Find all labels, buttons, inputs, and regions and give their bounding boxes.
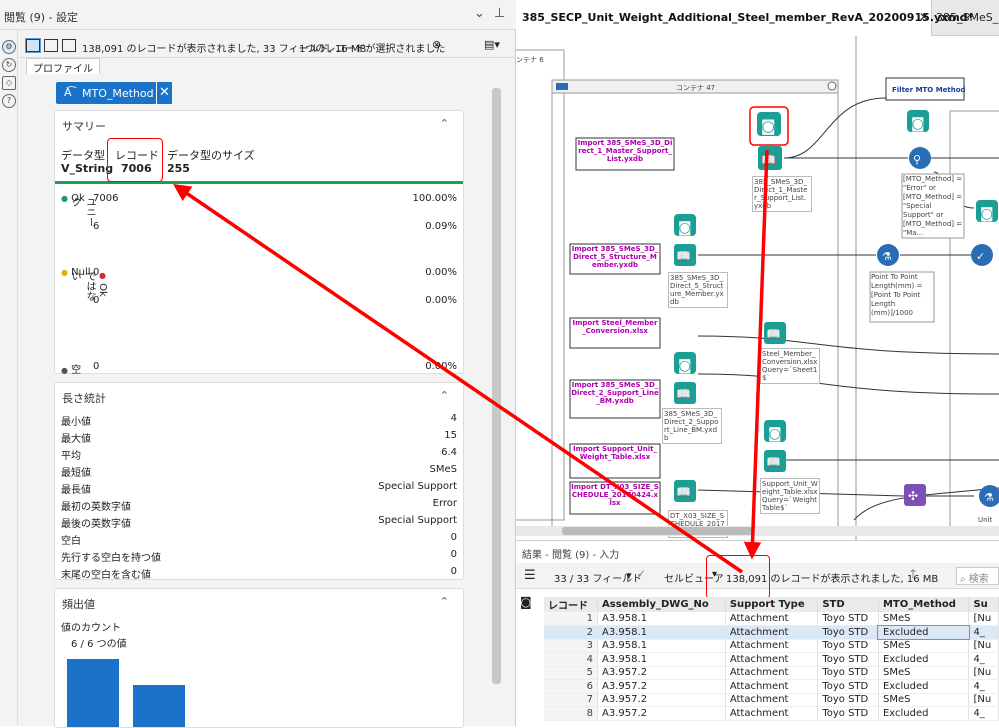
annotation-overlay bbox=[173, 149, 769, 574]
annotation-arrow bbox=[743, 149, 769, 560]
